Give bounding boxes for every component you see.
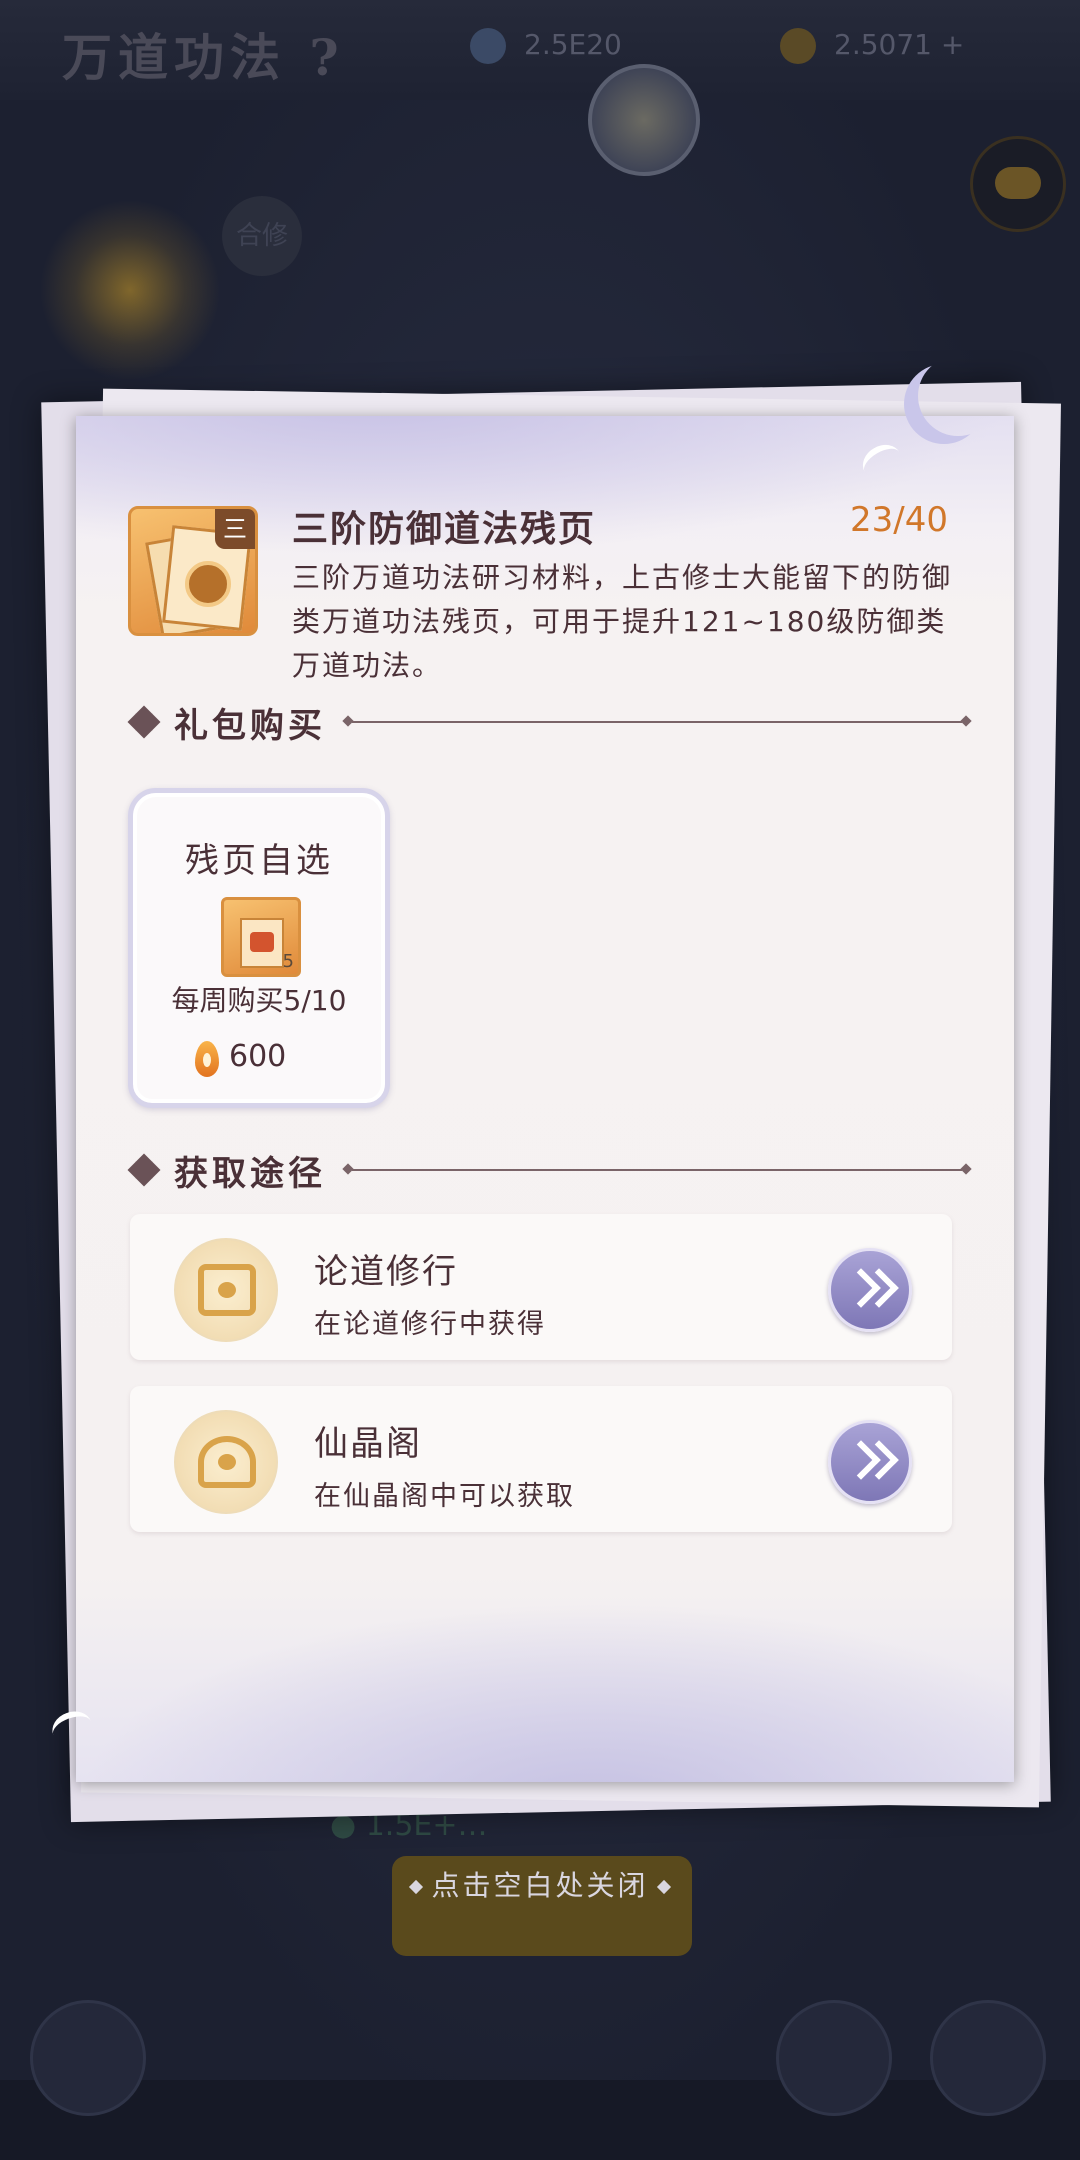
go-button[interactable] xyxy=(828,1248,912,1332)
background-bottom-icon-2 xyxy=(930,2000,1046,2116)
source-name: 论道修行 xyxy=(314,1252,458,1292)
item-icon: 三 xyxy=(128,506,258,636)
background-title: 万道功法 ? xyxy=(62,28,345,87)
source-row-xianjingge: 仙晶阁 在仙晶阁中可以获取 xyxy=(130,1386,952,1532)
weekly-purchase-limit: 每周购买5/10 xyxy=(171,984,347,1017)
gift-pack-title: 残页自选 xyxy=(185,841,333,881)
source-name: 仙晶阁 xyxy=(314,1424,422,1464)
background-resource-1: 2.5E20 xyxy=(470,28,622,64)
pavilion-icon xyxy=(174,1410,278,1514)
avatar xyxy=(588,64,700,176)
chat-icon xyxy=(970,136,1066,232)
gift-section-title: 礼包购买 xyxy=(174,706,326,746)
diamond-icon xyxy=(127,705,161,739)
background-resource-2: 2.5071 + xyxy=(780,28,964,64)
item-count: 23/40 xyxy=(850,500,948,540)
moon-decoration xyxy=(918,356,998,436)
gift-pack-price: 600 xyxy=(229,1039,287,1074)
back-arrow-icon xyxy=(30,2000,146,2116)
gift-pack-card[interactable]: 残页自选 5 每周购买5/10 600 xyxy=(128,788,390,1108)
diamond-icon xyxy=(127,1153,161,1187)
source-section-header: 获取途径 xyxy=(126,1146,966,1196)
section-divider xyxy=(352,1169,962,1171)
item-name: 三阶防御道法残页 xyxy=(292,509,597,550)
source-section-title: 获取途径 xyxy=(174,1154,326,1194)
flame-currency-icon xyxy=(195,1041,219,1077)
gift-section-header: 礼包购买 xyxy=(126,698,966,748)
source-row-lundao: 论道修行 在论道修行中获得 xyxy=(130,1214,952,1360)
close-hint-text: 点击空白处关闭 xyxy=(431,1869,649,1902)
section-divider xyxy=(352,721,962,723)
background-bottom-bar xyxy=(0,2080,1080,2160)
source-description: 在论道修行中获得 xyxy=(314,1309,546,1340)
background-tag: 合修 xyxy=(222,196,302,276)
source-description: 在仙晶阁中可以获取 xyxy=(314,1481,575,1512)
go-button[interactable] xyxy=(828,1420,912,1504)
gift-pack-icon: 5 xyxy=(221,897,301,977)
panel-bottom-decoration xyxy=(76,1602,1014,1782)
background-bottom-icon-1 xyxy=(776,2000,892,2116)
gift-pack-quantity: 5 xyxy=(282,951,294,972)
scroll-icon xyxy=(174,1238,278,1342)
background-top-bar: 万道功法 ? 2.5E20 2.5071 + xyxy=(0,0,1080,100)
tier-badge: 三 xyxy=(215,509,255,549)
item-description: 三阶万道功法研习材料，上古修士大能留下的防御类万道功法残页，可用于提升121~1… xyxy=(292,561,953,682)
close-hint[interactable]: 点击空白处关闭 xyxy=(0,1864,1080,1904)
